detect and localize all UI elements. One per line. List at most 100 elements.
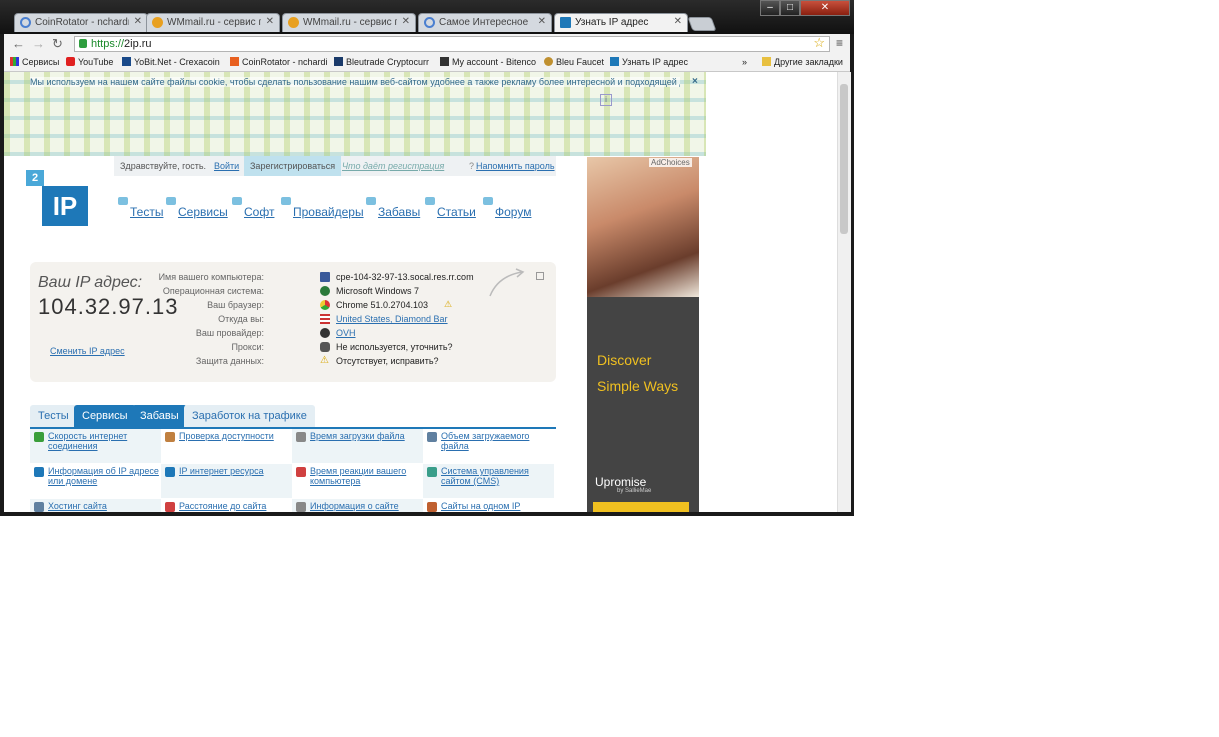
arrow-icon [489, 268, 525, 297]
service-link[interactable]: Время загрузки файла [292, 429, 423, 463]
service-link[interactable]: Информация об IP адресе или домене [30, 464, 161, 498]
windows-icon [320, 286, 330, 296]
browser-tab-2[interactable]: WMmail.ru - сервис почт ✕ [146, 13, 280, 32]
cookie-close-icon[interactable]: × [692, 76, 698, 87]
bookmarks-bar: Сервисы YouTube YoBit.Net - Crexacoin Co… [4, 54, 850, 72]
service-link[interactable]: Сайты на одном IP [423, 499, 554, 512]
ad-info-icon[interactable]: i [600, 94, 612, 106]
provider-icon [320, 328, 330, 338]
service-link[interactable]: Объем загружаемого файла [423, 429, 554, 463]
close-tab-icon[interactable]: ✕ [402, 16, 410, 27]
computer-icon [320, 272, 330, 282]
address-bar[interactable]: https://2ip.ru ☆ [74, 36, 830, 52]
warning-icon[interactable]: ⚠ [444, 299, 452, 310]
service-link[interactable]: Проверка доступности [161, 429, 292, 463]
close-tab-icon[interactable]: ✕ [266, 16, 274, 27]
bookmark-star-icon[interactable]: ☆ [813, 36, 825, 50]
why-register-link[interactable]: Что даёт регистрация [342, 161, 444, 171]
speed-icon [34, 432, 44, 442]
service-link[interactable]: Хостинг сайта [30, 499, 161, 512]
browser-tab-4[interactable]: Самое Интересное ✕ [418, 13, 552, 32]
logo-text: IP [42, 186, 88, 226]
fun-icon [366, 197, 376, 205]
service-link[interactable]: Время реакции вашего компьютера [292, 464, 423, 498]
bookmark-faucet[interactable]: Bleu Faucet [544, 57, 618, 67]
browser-window: CoinRotator - nchardmor ✕ WMmail.ru - се… [0, 0, 854, 516]
maximize-button[interactable]: □ [780, 0, 800, 16]
chrome-icon [320, 300, 330, 310]
tab-title: WMmail.ru - сервис почт [167, 17, 261, 28]
service-link[interactable]: Расстояние до сайта [161, 499, 292, 512]
tab-traffic-earnings[interactable]: Заработок на трафике [184, 405, 315, 427]
tab-services[interactable]: Сервисы [74, 405, 136, 427]
adchoices-label[interactable]: AdChoices [649, 158, 692, 167]
info-row-browser: Ваш браузер: Chrome 51.0.2704.103 ⚠ [207, 299, 453, 310]
browser-tab-3[interactable]: WMmail.ru - сервис почт ✕ [282, 13, 416, 32]
close-tab-icon[interactable]: ✕ [538, 16, 546, 27]
info-row-proxy: Прокси: Не используется, уточнить? [231, 342, 453, 352]
login-link[interactable]: Войти [214, 161, 239, 171]
tab-title: Узнать IP адрес [575, 17, 649, 28]
warning-icon: ⚠ [320, 355, 329, 366]
info-row-os: Операционная система: Microsoft Windows … [162, 286, 420, 296]
close-tab-icon[interactable]: ✕ [134, 16, 142, 27]
ad-banner[interactable]: AdChoices Discover Simple Ways Upromise … [587, 157, 699, 512]
minimize-button[interactable]: – [760, 0, 780, 16]
file-size-icon [427, 432, 437, 442]
browser-tab-1[interactable]: CoinRotator - nchardmor ✕ [14, 13, 148, 32]
ad-brand-logo: Upromise [595, 475, 647, 489]
info-row-location: Откуда вы: United States, Diamond Bar [218, 314, 448, 324]
same-ip-icon [427, 502, 437, 512]
page-scrollbar[interactable] [837, 72, 851, 512]
register-button[interactable]: Зарегистрироваться [244, 156, 342, 176]
bookmark-account[interactable]: My account - Bitenco [440, 57, 552, 67]
change-ip-link[interactable]: Сменить IP адрес [38, 346, 125, 356]
bookmark-coinrotator[interactable]: CoinRotator - nchardi [230, 57, 342, 67]
bookmark-bleutrade[interactable]: Bleutrade Cryptocurr [334, 57, 448, 67]
menu-icon[interactable]: ≡ [836, 36, 843, 50]
forward-icon[interactable]: → [32, 36, 45, 52]
scrollbar-thumb[interactable] [840, 84, 848, 234]
other-bookmarks[interactable]: Другие закладки [762, 57, 854, 67]
nav-tests[interactable]: Тесты [118, 197, 163, 219]
ad-button[interactable] [593, 502, 689, 512]
nav-services[interactable]: Сервисы [166, 197, 228, 219]
close-tab-icon[interactable]: ✕ [674, 16, 682, 27]
faucet-icon [544, 57, 553, 66]
tab-fun[interactable]: Забавы [132, 405, 187, 427]
browser-tab-5[interactable]: Узнать IP адрес ✕ [554, 13, 688, 32]
tab-tests[interactable]: Тесты [30, 405, 77, 427]
greeting-text: Здравствуйте, гость. [120, 161, 207, 171]
logo-number: 2 [26, 170, 44, 186]
reload-icon[interactable]: ↻ [52, 36, 63, 52]
url-text: https://2ip.ru [91, 38, 152, 50]
service-link[interactable]: IP интернет ресурса [161, 464, 292, 498]
browser-toolbar: ← → ↻ https://2ip.ru ☆ ≡ [4, 34, 850, 54]
nav-software[interactable]: Софт [232, 197, 274, 219]
bookmark-apps[interactable]: Сервисы [10, 57, 72, 67]
new-tab-button[interactable] [687, 17, 717, 31]
distance-icon [165, 502, 175, 512]
wmmail-icon [152, 17, 163, 28]
nav-articles[interactable]: Статьи [425, 197, 476, 219]
close-window-button[interactable]: ✕ [800, 0, 850, 16]
nav-providers[interactable]: Провайдеры [281, 197, 364, 219]
hosting-icon [34, 502, 44, 512]
bookmark-ip[interactable]: Узнать IP адрес [610, 57, 702, 67]
articles-icon [425, 197, 435, 205]
download-time-icon [296, 432, 306, 442]
ad-brand-sub: by SallieMae [617, 488, 652, 494]
minimize-panel-icon[interactable] [536, 272, 544, 280]
nav-forum[interactable]: Форум [483, 197, 531, 219]
remind-password-link[interactable]: Напомнить пароль [476, 161, 555, 171]
bookmarks-overflow-button[interactable]: » [742, 57, 747, 67]
nav-fun[interactable]: Забавы [366, 197, 420, 219]
service-link[interactable]: Скорость интернет соединения [30, 429, 161, 463]
back-icon[interactable]: ← [12, 36, 25, 52]
site-logo[interactable]: 2 IP [26, 170, 90, 228]
bookmark-yobit[interactable]: YoBit.Net - Crexacoin [122, 57, 238, 67]
loading-icon [424, 17, 435, 28]
service-link[interactable]: Информация о сайте [292, 499, 423, 512]
service-link[interactable]: Система управления сайтом (CMS) [423, 464, 554, 498]
ip-info-icon [34, 467, 44, 477]
